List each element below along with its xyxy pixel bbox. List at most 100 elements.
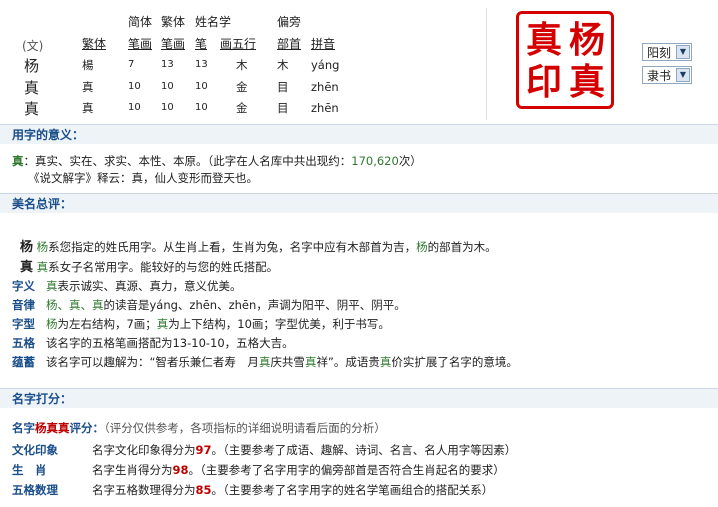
meaning-count-unit: 次）	[398, 154, 422, 168]
summary-text: 庆共雪	[270, 355, 305, 369]
score-text: 名字文化印象得分为	[92, 443, 196, 457]
row-wuxing: 金	[236, 80, 248, 94]
row-label: 字型	[12, 317, 35, 331]
summary-text: 的读音是yáng、zhēn、zhēn，声调为阳平、阴平、阴平。	[103, 298, 406, 312]
summary-text: 该名字的五格笔画搭配为13-10-10，五格大吉。	[45, 336, 294, 350]
hl-char: 杨、真、真	[45, 298, 104, 312]
score-title-line: 名字杨真真评分：（评分仅供参考，各项指标的详细说明请看后面的分析）	[12, 420, 386, 436]
row-label: 五格	[12, 336, 35, 350]
hdr-bushou: 部首	[277, 37, 302, 51]
score-value: 85	[195, 483, 212, 497]
row-xb: 10	[195, 102, 208, 113]
section-header-summary: 美名总评：	[0, 193, 718, 213]
hl-char: 真	[304, 355, 317, 369]
row-bushou: 目	[277, 80, 289, 94]
row-bushou: 目	[277, 101, 289, 115]
score-text: 。（主要参考了名字用字的偏旁部首是否符合生肖起名的要求）	[188, 463, 505, 477]
hdr-pianpang: 偏旁	[277, 15, 302, 29]
hl-char: 杨	[416, 240, 428, 254]
meaning-line-1: 真：真实、实在、求实、本性、本原。（此字在人名库中共出现约：170,620次）	[12, 153, 422, 169]
top-divider	[486, 8, 487, 120]
hl-char: 杨	[36, 240, 49, 254]
chevron-down-icon[interactable]: ▼	[676, 68, 690, 82]
hl-char: 真	[36, 260, 49, 274]
score-row: 五格数理 名字五格数理得分为85。（主要参考了名字用字的姓名学笔画组合的搭配关系）	[12, 482, 493, 498]
score-name: 杨真真	[35, 421, 70, 435]
hdr-pinyin: 拼音	[311, 37, 336, 51]
summary-char: 真	[20, 260, 34, 275]
hdr-jianti: 简体	[128, 15, 153, 29]
score-value: 98	[172, 463, 189, 477]
summary-text: 的部首为木。	[427, 240, 497, 254]
row-char: 杨	[24, 57, 40, 75]
seal-style-select[interactable]: 阳刻 ▼	[642, 43, 692, 61]
summary-text: 为上下结构，10画；字型优美，利于书写。	[168, 317, 390, 331]
score-row: 文化印象 名字文化印象得分为97。（主要参考了成语、趣解、诗词、名言、名人用字等因…	[12, 442, 516, 458]
seal-char: 杨	[569, 19, 606, 61]
summary-text: 系您指定的姓氏用字。从生肖上看，生肖为兔，名字中应有木部首为吉，	[48, 240, 417, 254]
row-xb: 10	[195, 81, 208, 92]
summary-ziyi: 字义 真表示诚实、真源、真力，意义优美。	[12, 278, 241, 294]
row-fb: 10	[161, 81, 174, 92]
summary-char-line-1: 杨 杨系您指定的姓氏用字。从生肖上看，生肖为兔，名字中应有木部首为吉，杨的部首为…	[20, 236, 497, 255]
seal-font-select[interactable]: 隶书 ▼	[642, 66, 692, 84]
hl-char: 真	[156, 317, 169, 331]
row-fb: 10	[161, 102, 174, 113]
hl-char: 真	[379, 355, 392, 369]
summary-text: 该名字可以趣解为：“智者乐兼仁者寿 月	[45, 355, 259, 369]
row-pinyin: yáng	[311, 58, 340, 72]
row-pinyin: zhēn	[311, 101, 339, 115]
row-jb: 10	[128, 102, 141, 113]
row-jb: 10	[128, 81, 141, 92]
hdr-hua-wuxing: 画五行	[220, 37, 257, 51]
seal-char: 印	[526, 61, 563, 103]
score-text: 名字生肖得分为	[92, 463, 173, 477]
summary-zixing: 字型 杨为左右结构，7画；真为上下结构，10画；字型优美，利于书写。	[12, 316, 390, 332]
score-text: 。（主要参考了名字用字的姓名学笔画组合的搭配关系）	[211, 483, 494, 497]
row-fb: 13	[161, 59, 174, 70]
summary-text: 价实扩展了名字的意境。	[391, 355, 518, 369]
summary-char-line-2: 真 真系女子名常用字。能较好的与您的姓氏搭配。	[20, 256, 278, 275]
hdr-jianti-bihua: 笔画	[128, 37, 153, 51]
row-wuxing: 金	[236, 101, 248, 115]
hdr-xingming: 姓名学	[195, 15, 232, 29]
meaning-count: 170,620	[351, 154, 399, 168]
score-label: 文化印象	[12, 443, 58, 457]
row-fanti: 真	[82, 101, 94, 115]
score-label: 生 肖	[12, 463, 47, 477]
section-header-meaning: 用字的意义：	[0, 124, 718, 144]
score-row: 生 肖 名字生肖得分为98。（主要参考了名字用字的偏旁部首是否符合生肖起名的要求）	[12, 462, 505, 478]
seal-font-value: 隶书	[647, 69, 672, 83]
score-note: （评分仅供参考，各项指标的详细说明请看后面的分析）	[104, 421, 386, 435]
row-label: 蕴蓄	[12, 355, 35, 369]
seal-char: 真	[526, 19, 563, 61]
score-text: 。（主要参考了成语、趣解、诗词、名言、名人用字等因素）	[211, 443, 517, 457]
meaning-char: 真	[12, 154, 24, 168]
chevron-down-icon[interactable]: ▼	[676, 45, 690, 59]
meaning-text: ：真实、实在、求实、本性、本原。（此字在人名库中共出现约：	[23, 154, 352, 168]
section-header-score: 名字打分：	[0, 388, 718, 408]
hdr-fanti-bihua: 笔画	[161, 37, 186, 51]
score-value: 97	[195, 443, 212, 457]
summary-wuge: 五格 该名字的五格笔画搭配为13-10-10，五格大吉。	[12, 335, 294, 351]
row-wuxing: 木	[236, 58, 248, 72]
hdr-fanti2: 繁体	[82, 37, 107, 51]
row-char: 真	[24, 100, 40, 118]
hl-char: 杨	[45, 317, 58, 331]
row-jb: 7	[128, 59, 135, 70]
row-bushou: 木	[277, 58, 289, 72]
score-name-suffix: 评分：	[69, 421, 105, 435]
summary-text: 为左右结构，7画；	[57, 317, 157, 331]
summary-text: 系女子名常用字。能较好的与您的姓氏搭配。	[48, 260, 279, 274]
score-text: 名字五格数理得分为	[92, 483, 196, 497]
hdr-wen: (文)	[22, 39, 44, 53]
summary-text: 表示诚实、真源、真力，意义优美。	[57, 279, 242, 293]
summary-char: 杨	[20, 240, 34, 255]
meaning-line-2: 《说文解字》释云：真，仙人变形而登天也。	[28, 171, 258, 185]
hl-char: 真	[258, 355, 271, 369]
hl-char: 真	[45, 279, 58, 293]
hdr-fanti: 繁体	[161, 15, 186, 29]
summary-yinlv: 音律 杨、真、真的读音是yáng、zhēn、zhēn，声调为阳平、阴平、阴平。	[12, 297, 406, 313]
seal-style-value: 阳刻	[647, 46, 672, 60]
row-fanti: 真	[82, 80, 94, 94]
